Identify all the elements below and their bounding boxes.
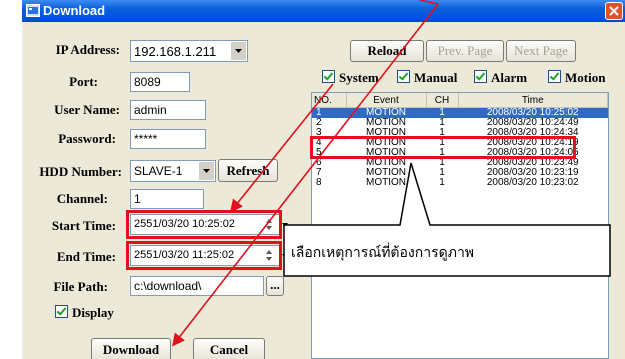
- callout-text: เลือกเหตุการณ์ที่ต้องการดูภาพ: [291, 245, 475, 261]
- arrow-to-download: [172, 3, 439, 347]
- arrow-from-title: [419, 0, 439, 5]
- arrow-to-start-time: [229, 83, 334, 213]
- annotation-overlay: [172, 0, 611, 347]
